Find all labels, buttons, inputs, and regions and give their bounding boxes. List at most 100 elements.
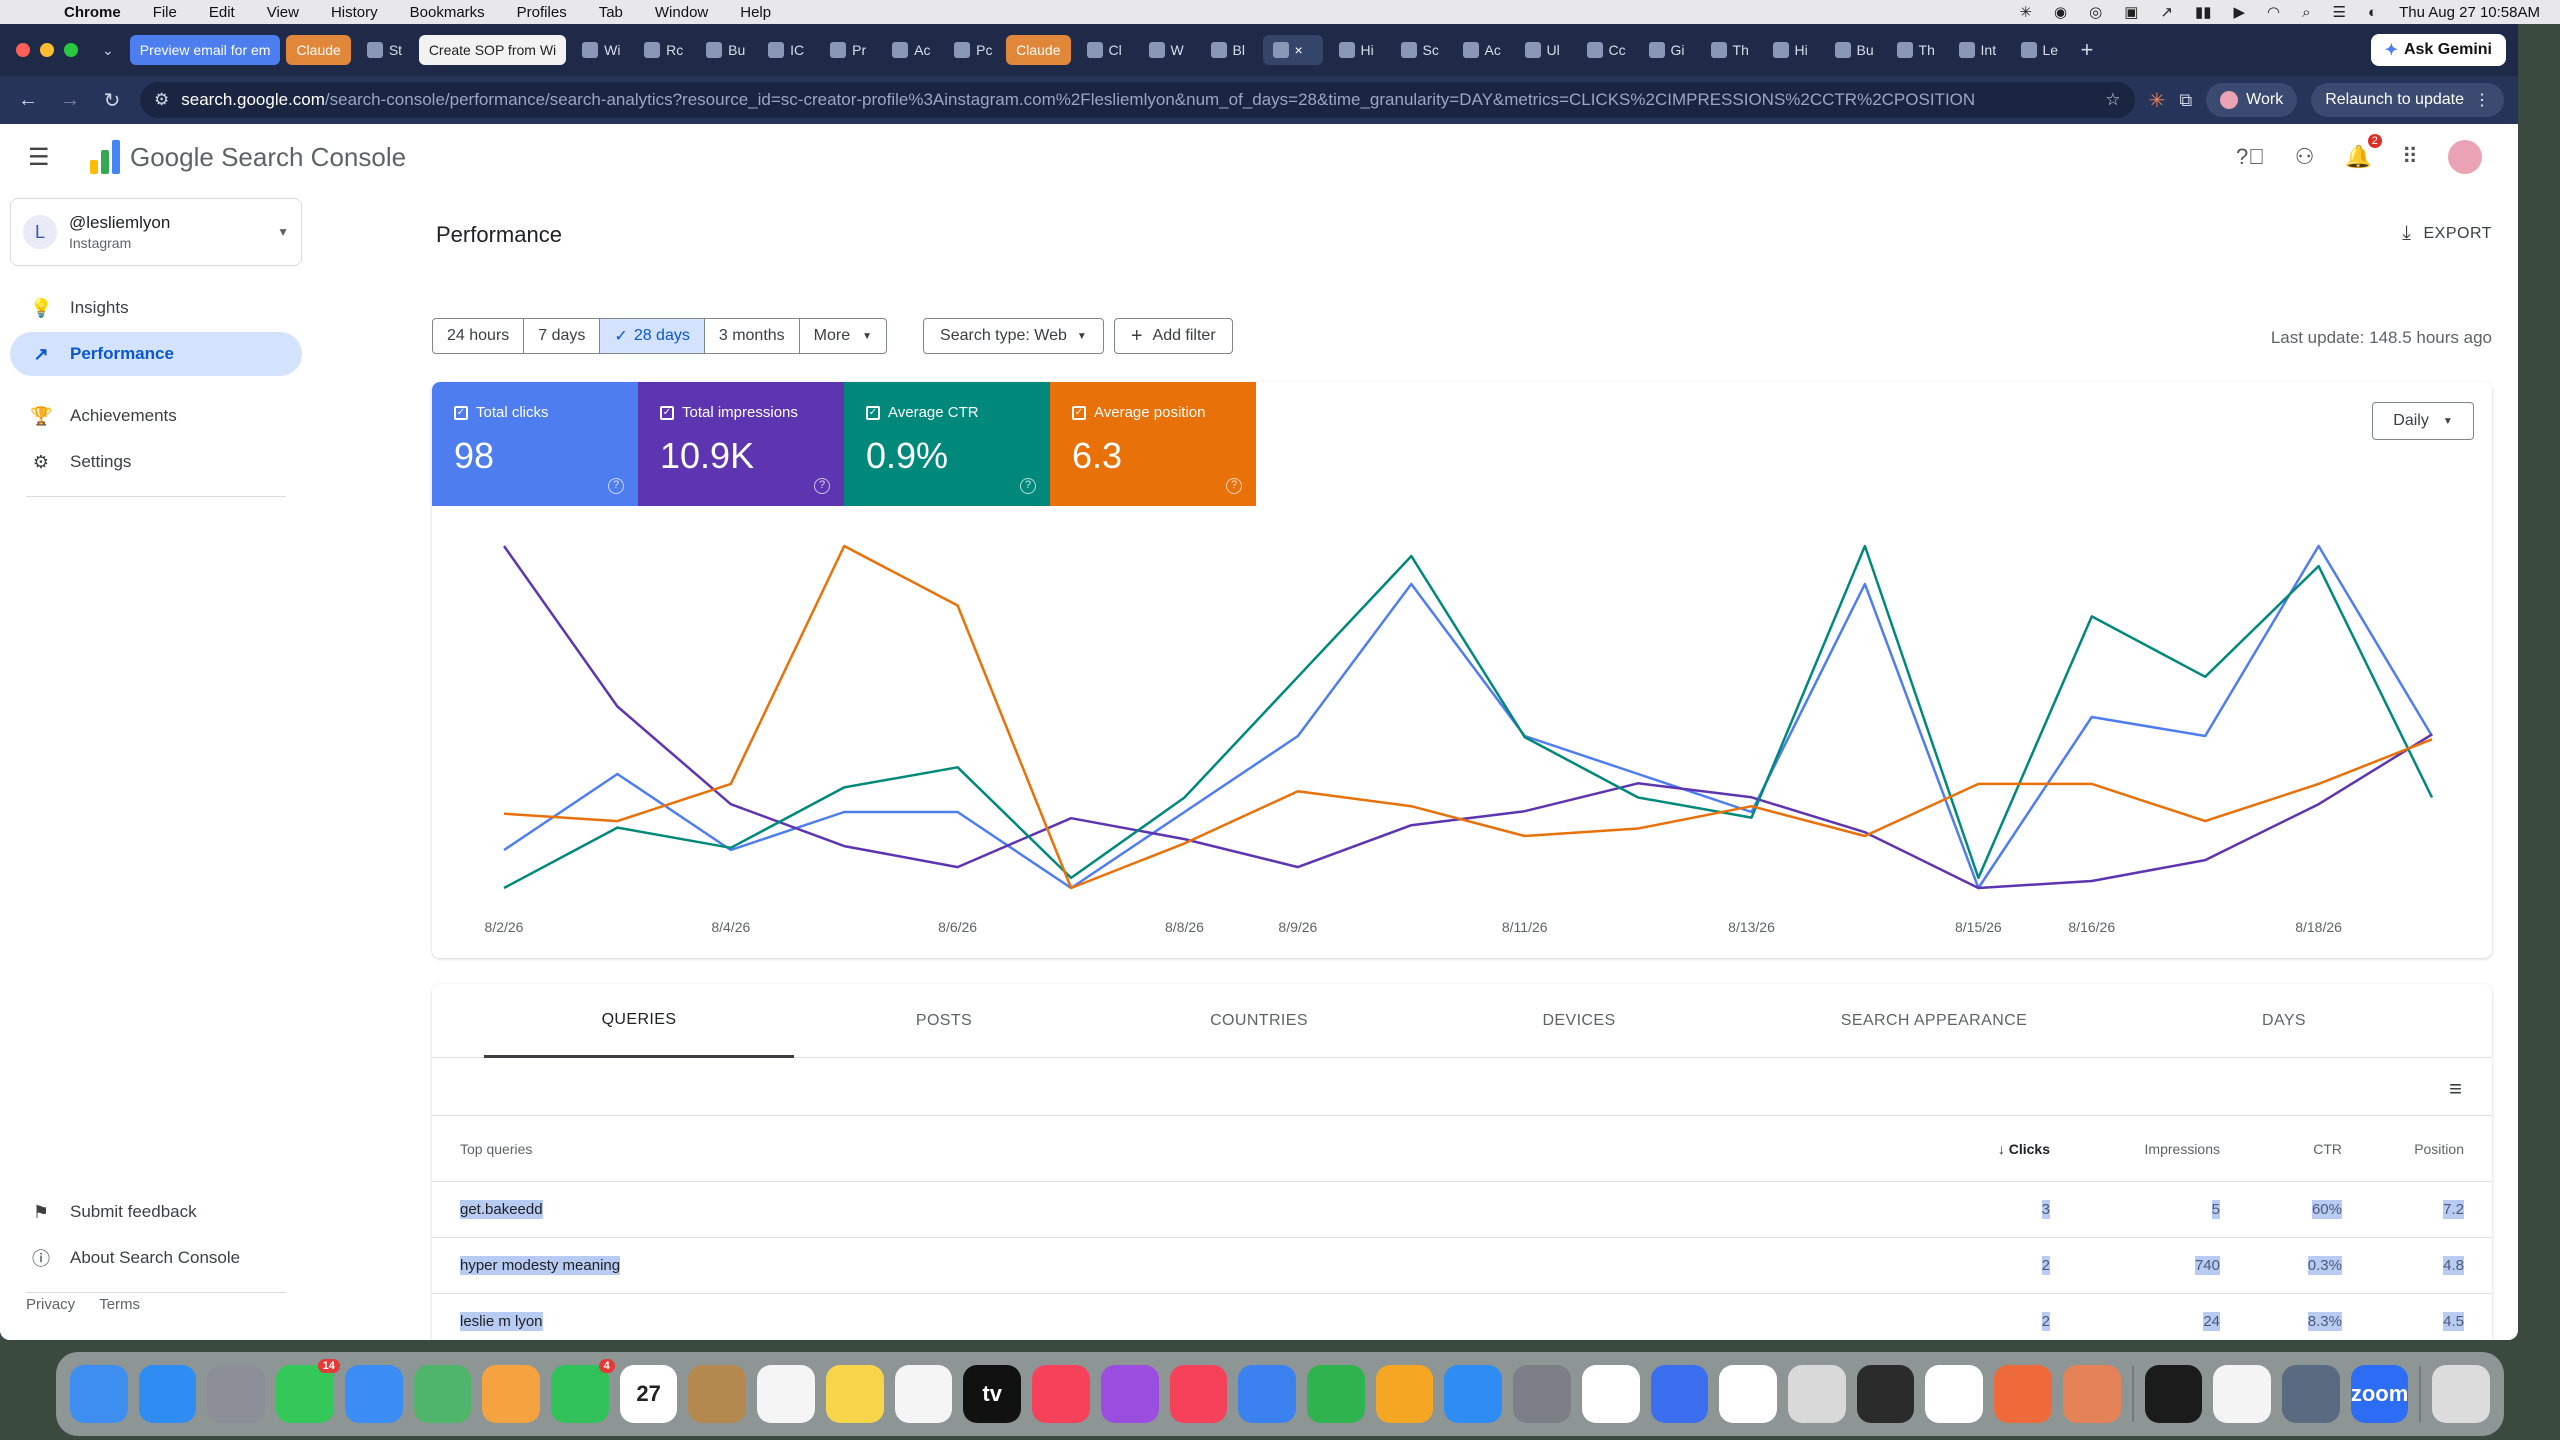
checkbox-checked-icon[interactable]: ✓ <box>1072 405 1086 420</box>
account-avatar[interactable] <box>2448 140 2482 174</box>
browser-tab[interactable]: Bl <box>1201 35 1257 65</box>
query-cell[interactable]: hyper modesty meaning <box>460 1256 621 1275</box>
browser-tab[interactable]: Bu <box>696 35 752 65</box>
dock-calendar-icon[interactable]: 27 <box>619 1365 678 1423</box>
dock-trash-icon[interactable] <box>2432 1365 2491 1423</box>
browser-tab[interactable]: × <box>1262 35 1323 65</box>
forward-arrow-icon[interactable]: → <box>56 89 84 112</box>
browser-tab[interactable]: Ul <box>1515 35 1571 65</box>
browser-tab[interactable]: Gi <box>1639 35 1695 65</box>
browser-tab[interactable]: Hi <box>1329 35 1385 65</box>
tab-posts[interactable]: POSTS <box>794 984 1094 1058</box>
play-icon[interactable]: ▶ <box>2234 3 2246 21</box>
search-type-filter[interactable]: Search type: Web ▼ <box>923 318 1104 354</box>
dock-iphone-mirroring-icon[interactable] <box>1856 1365 1915 1423</box>
performance-line-chart[interactable]: 8/2/26 8/4/26 8/6/26 8/8/26 8/9/26 8/11/26 8/1… <box>432 506 2492 958</box>
column-header-query[interactable]: Top queries <box>460 1141 1930 1157</box>
close-window-button[interactable] <box>16 43 30 57</box>
submit-feedback-link[interactable]: ⚑ Submit feedback <box>10 1190 302 1234</box>
checkbox-checked-icon[interactable]: ✓ <box>866 405 880 420</box>
tab-devices[interactable]: DEVICES <box>1424 984 1734 1058</box>
bookmark-star-icon[interactable]: ☆ <box>2105 90 2120 110</box>
status-icon[interactable]: ▣ <box>2124 3 2138 21</box>
dock-news-icon[interactable] <box>1169 1365 1228 1423</box>
search-icon[interactable]: ⌕ <box>2302 4 2310 21</box>
sidebar-item-achievements[interactable]: 🏆 Achievements <box>10 394 302 438</box>
browser-tab[interactable]: Claude <box>286 35 351 65</box>
menu-profiles[interactable]: Profiles <box>501 4 583 21</box>
column-header-position[interactable]: Position <box>2342 1141 2464 1157</box>
dock-numbers-icon[interactable] <box>1306 1365 1365 1423</box>
privacy-link[interactable]: Privacy <box>26 1296 75 1313</box>
wifi-icon[interactable]: ◠ <box>2267 3 2280 21</box>
tab-search-chevron-icon[interactable]: ⌄ <box>102 42 114 59</box>
range-3-months[interactable]: 3 months <box>705 319 800 353</box>
sidebar-item-performance[interactable]: ↗ Performance <box>10 332 302 376</box>
gsc-logo[interactable]: Google Search Console <box>90 140 406 174</box>
tab-queries[interactable]: QUERIES <box>484 984 794 1058</box>
apps-grid-icon[interactable]: ⠿ <box>2402 144 2418 170</box>
browser-tab[interactable]: Sc <box>1391 35 1447 65</box>
query-cell[interactable]: leslie m lyon <box>460 1312 543 1331</box>
export-button[interactable]: ⤓ EXPORT <box>2402 222 2492 245</box>
dock-chrome-icon[interactable] <box>1925 1365 1984 1423</box>
dock-podcasts-icon[interactable] <box>1100 1365 1159 1423</box>
menu-history[interactable]: History <box>315 4 394 21</box>
site-info-icon[interactable]: ⚙ <box>154 90 169 110</box>
browser-tab[interactable]: St <box>357 35 413 65</box>
menu-help[interactable]: Help <box>724 4 787 21</box>
browser-tab[interactable]: Create SOP from Wi <box>418 35 567 65</box>
dock-slack-icon[interactable] <box>1719 1365 1777 1423</box>
notifications-bell-icon[interactable]: 🔔 2 <box>2344 134 2382 170</box>
browser-tab[interactable]: Claude <box>1006 35 1071 65</box>
dock-docs-icon[interactable] <box>1650 1365 1709 1423</box>
more-vert-icon[interactable]: ⋮ <box>2474 90 2490 110</box>
manage-users-icon[interactable]: ⚇ <box>2295 144 2315 170</box>
menu-app-name[interactable]: Chrome <box>48 4 137 21</box>
zoom-window-button[interactable] <box>64 43 78 57</box>
menu-view[interactable]: View <box>251 4 315 21</box>
menu-edit[interactable]: Edit <box>193 4 251 21</box>
browser-tab[interactable]: Le <box>2011 35 2067 65</box>
menu-window[interactable]: Window <box>639 4 724 21</box>
browser-tab[interactable]: Cl <box>1077 35 1133 65</box>
browser-tab[interactable]: Int <box>1949 35 2005 65</box>
help-circle-icon[interactable]: ? <box>1020 478 1036 494</box>
menu-file[interactable]: File <box>137 4 193 21</box>
column-header-clicks[interactable]: ↓ Clicks <box>1930 1141 2050 1157</box>
table-row[interactable]: get.bakeedd 3 5 60% 7.2 <box>432 1182 2492 1238</box>
browser-tab[interactable]: Pc <box>944 35 1000 65</box>
dock-music-icon[interactable] <box>1032 1365 1090 1423</box>
metric-average-ctr[interactable]: ✓ Average CTR 0.9% ? <box>844 382 1050 506</box>
property-selector[interactable]: L @lesliemlyon Instagram ▼ <box>10 198 302 266</box>
minimize-window-button[interactable] <box>40 43 54 57</box>
browser-tab[interactable]: IC <box>758 35 814 65</box>
extensions-puzzle-icon[interactable]: ⧉ <box>2179 90 2192 111</box>
range-24-hours[interactable]: 24 hours <box>433 319 525 353</box>
help-circle-icon[interactable]: ? <box>1226 478 1242 494</box>
table-row[interactable]: hyper modesty meaning 2 740 0.3% 4.8 <box>432 1238 2492 1294</box>
dock-app-store-icon[interactable] <box>1444 1365 1503 1423</box>
browser-tab[interactable]: Hi <box>1763 35 1819 65</box>
checkbox-checked-icon[interactable]: ✓ <box>660 405 674 420</box>
dock-spark-icon[interactable] <box>1994 1365 2052 1423</box>
filter-list-icon[interactable]: ≡ <box>2449 1076 2462 1102</box>
reload-icon[interactable]: ↻ <box>98 88 126 113</box>
dock-finder-icon[interactable] <box>70 1365 128 1423</box>
sidebar-item-insights[interactable]: 💡 Insights <box>10 286 302 330</box>
checkbox-checked-icon[interactable]: ✓ <box>454 405 468 420</box>
new-tab-button[interactable]: + <box>2081 37 2094 63</box>
range-7-days[interactable]: 7 days <box>524 319 601 353</box>
tab-countries[interactable]: COUNTRIES <box>1094 984 1424 1058</box>
help-circle-icon[interactable]: ? <box>608 478 624 494</box>
series-line-total-clicks[interactable] <box>503 544 2434 890</box>
dock-pages-icon[interactable] <box>1375 1365 1434 1423</box>
sidebar-item-settings[interactable]: ⚙ Settings <box>10 440 302 484</box>
help-circle-icon[interactable]: ? <box>814 478 830 494</box>
browser-tab[interactable]: Wi <box>572 35 628 65</box>
siri-icon[interactable]: ◐ <box>2368 4 2377 21</box>
back-arrow-icon[interactable]: ← <box>14 89 42 112</box>
address-bar[interactable]: ⚙ search.google.com/search-console/perfo… <box>140 82 2135 118</box>
browser-tab[interactable]: Ac <box>1453 35 1509 65</box>
browser-tab[interactable]: Rc <box>634 35 690 65</box>
